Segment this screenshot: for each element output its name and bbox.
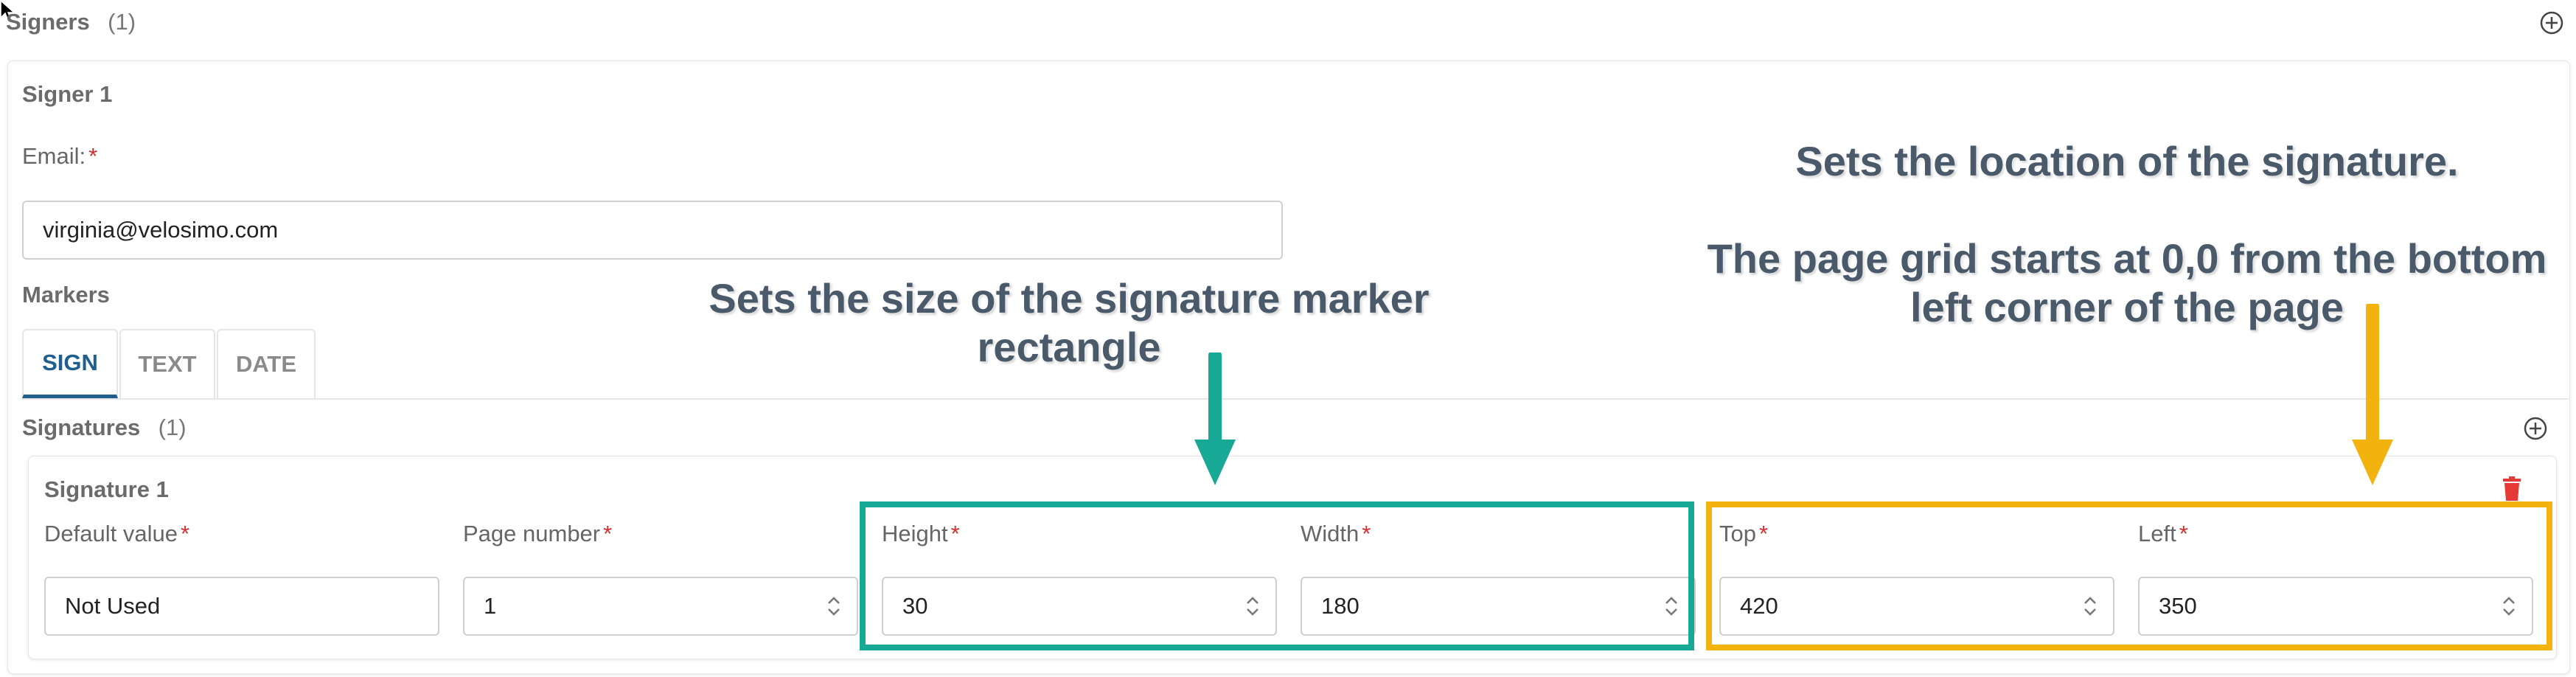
tab-date[interactable]: DATE: [217, 329, 316, 398]
signers-title: Signers: [6, 9, 90, 35]
spinner-icon[interactable]: [824, 594, 843, 619]
default-value-input[interactable]: Not Used: [44, 577, 439, 636]
required-marker: *: [603, 521, 613, 546]
location-annotation-line2: The page grid starts at 0,0 from the bot…: [1707, 235, 2547, 282]
signer-title: Signer 1: [22, 81, 113, 107]
email-field[interactable]: virginia@velosimo.com: [22, 201, 1283, 260]
page-number-input[interactable]: 1: [463, 577, 858, 636]
email-label-text: Email:: [22, 143, 86, 169]
default-value-label: Default value *: [44, 521, 189, 547]
signatures-header: Signatures (1): [22, 414, 187, 441]
add-signature-button[interactable]: [2523, 416, 2548, 441]
signature-title: Signature 1: [44, 476, 169, 502]
size-highlight-box: [860, 501, 1694, 650]
location-highlight-box: [1706, 501, 2552, 650]
page-number-label: Page number *: [463, 521, 612, 547]
size-annotation-line1: Sets the size of the signature marker: [709, 275, 1430, 322]
location-annotation-line1: Sets the location of the signature.: [1795, 138, 2459, 184]
email-value: virginia@velosimo.com: [43, 217, 279, 243]
signers-header: Signers (1): [6, 9, 136, 35]
default-value-value: Not Used: [65, 593, 161, 619]
page-number-value: 1: [484, 593, 497, 619]
signatures-count: (1): [158, 414, 187, 440]
location-annotation: Sets the location of the signature. The …: [1681, 137, 2573, 332]
size-annotation-line2: rectangle: [977, 324, 1161, 370]
arrow-down-icon: [1194, 353, 1236, 485]
add-signer-button[interactable]: [2539, 10, 2564, 35]
signers-count: (1): [108, 9, 136, 35]
required-marker: *: [180, 521, 190, 546]
markers-label: Markers: [22, 282, 110, 308]
default-value-label-text: Default value: [44, 521, 178, 546]
tab-text[interactable]: TEXT: [119, 329, 215, 398]
tab-sign[interactable]: SIGN: [22, 329, 118, 398]
signatures-title: Signatures: [22, 414, 141, 440]
trash-icon[interactable]: [2502, 476, 2521, 501]
size-annotation: Sets the size of the signature marker re…: [664, 274, 1475, 372]
email-label: Email: *: [22, 143, 97, 170]
page-number-label-text: Page number: [463, 521, 601, 546]
required-marker: *: [88, 143, 98, 169]
location-annotation-line3: left corner of the page: [1910, 284, 2344, 330]
